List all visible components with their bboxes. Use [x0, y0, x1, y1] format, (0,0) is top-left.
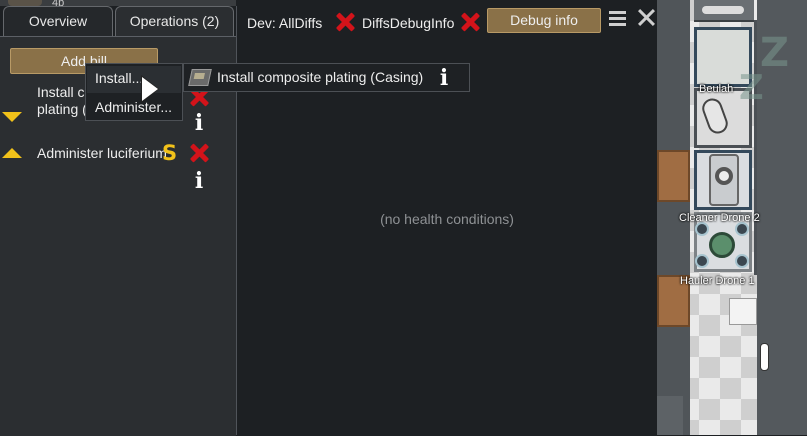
mouse-cursor — [142, 77, 158, 101]
cleaner-drone[interactable] — [709, 154, 739, 206]
tab-operations[interactable]: Operations (2) — [115, 6, 234, 36]
empty-health-message: (no health conditions) — [380, 211, 514, 227]
close-alldiffs-icon[interactable] — [334, 11, 356, 33]
world-map[interactable]: Z Z Beulah Cleaner Drone 2 Hauler Drone … — [657, 0, 807, 435]
drone-label-hauler: Hauler Drone 1 — [680, 275, 755, 287]
close-diffsdebug-icon[interactable] — [459, 11, 481, 33]
bill-type-menu: Install... Administer... — [85, 63, 183, 121]
dev-alldiffs-label[interactable]: Dev: AllDiffs — [247, 15, 322, 31]
crate — [657, 150, 690, 202]
menu-item-install[interactable]: Install... — [95, 70, 143, 86]
tab-operations-label: Operations (2) — [129, 13, 220, 29]
move-down-icon[interactable] — [2, 112, 22, 122]
tab-overview-label: Overview — [28, 13, 88, 29]
diffs-debug-info-label[interactable]: DiffsDebugInfo — [362, 15, 454, 31]
drone-label-cleaner: Cleaner Drone 2 — [679, 212, 760, 224]
tab-overview[interactable]: Overview — [3, 6, 113, 36]
close-icon[interactable] — [638, 8, 656, 26]
scroll-marker — [760, 343, 769, 371]
move-up-icon[interactable] — [2, 148, 22, 158]
info-icon[interactable]: i — [192, 170, 206, 192]
vent — [729, 298, 757, 325]
dollar-icon[interactable]: S — [162, 142, 177, 164]
sleep-z-large: Z — [760, 30, 790, 76]
wall — [754, 20, 757, 275]
wall — [657, 396, 683, 435]
info-icon[interactable]: i — [192, 112, 206, 134]
sleep-z-small: Z — [739, 68, 764, 108]
book-icon — [188, 69, 212, 86]
menu-item-administer[interactable]: Administer... — [95, 99, 172, 115]
debug-info-button[interactable]: Debug info — [487, 8, 601, 33]
hauler-drone[interactable] — [693, 222, 751, 268]
door — [694, 0, 754, 22]
bill-label: Administer luciferium — [37, 145, 167, 161]
delete-bill-icon[interactable] — [188, 142, 210, 164]
info-icon[interactable]: i — [437, 67, 451, 89]
install-submenu: Install composite plating (Casing) i — [183, 63, 470, 92]
submenu-item-install-composite-plating[interactable]: Install composite plating (Casing) — [217, 69, 423, 85]
pawn-label-beulah: Beulah — [699, 83, 734, 95]
hamburger-icon[interactable] — [609, 11, 626, 27]
